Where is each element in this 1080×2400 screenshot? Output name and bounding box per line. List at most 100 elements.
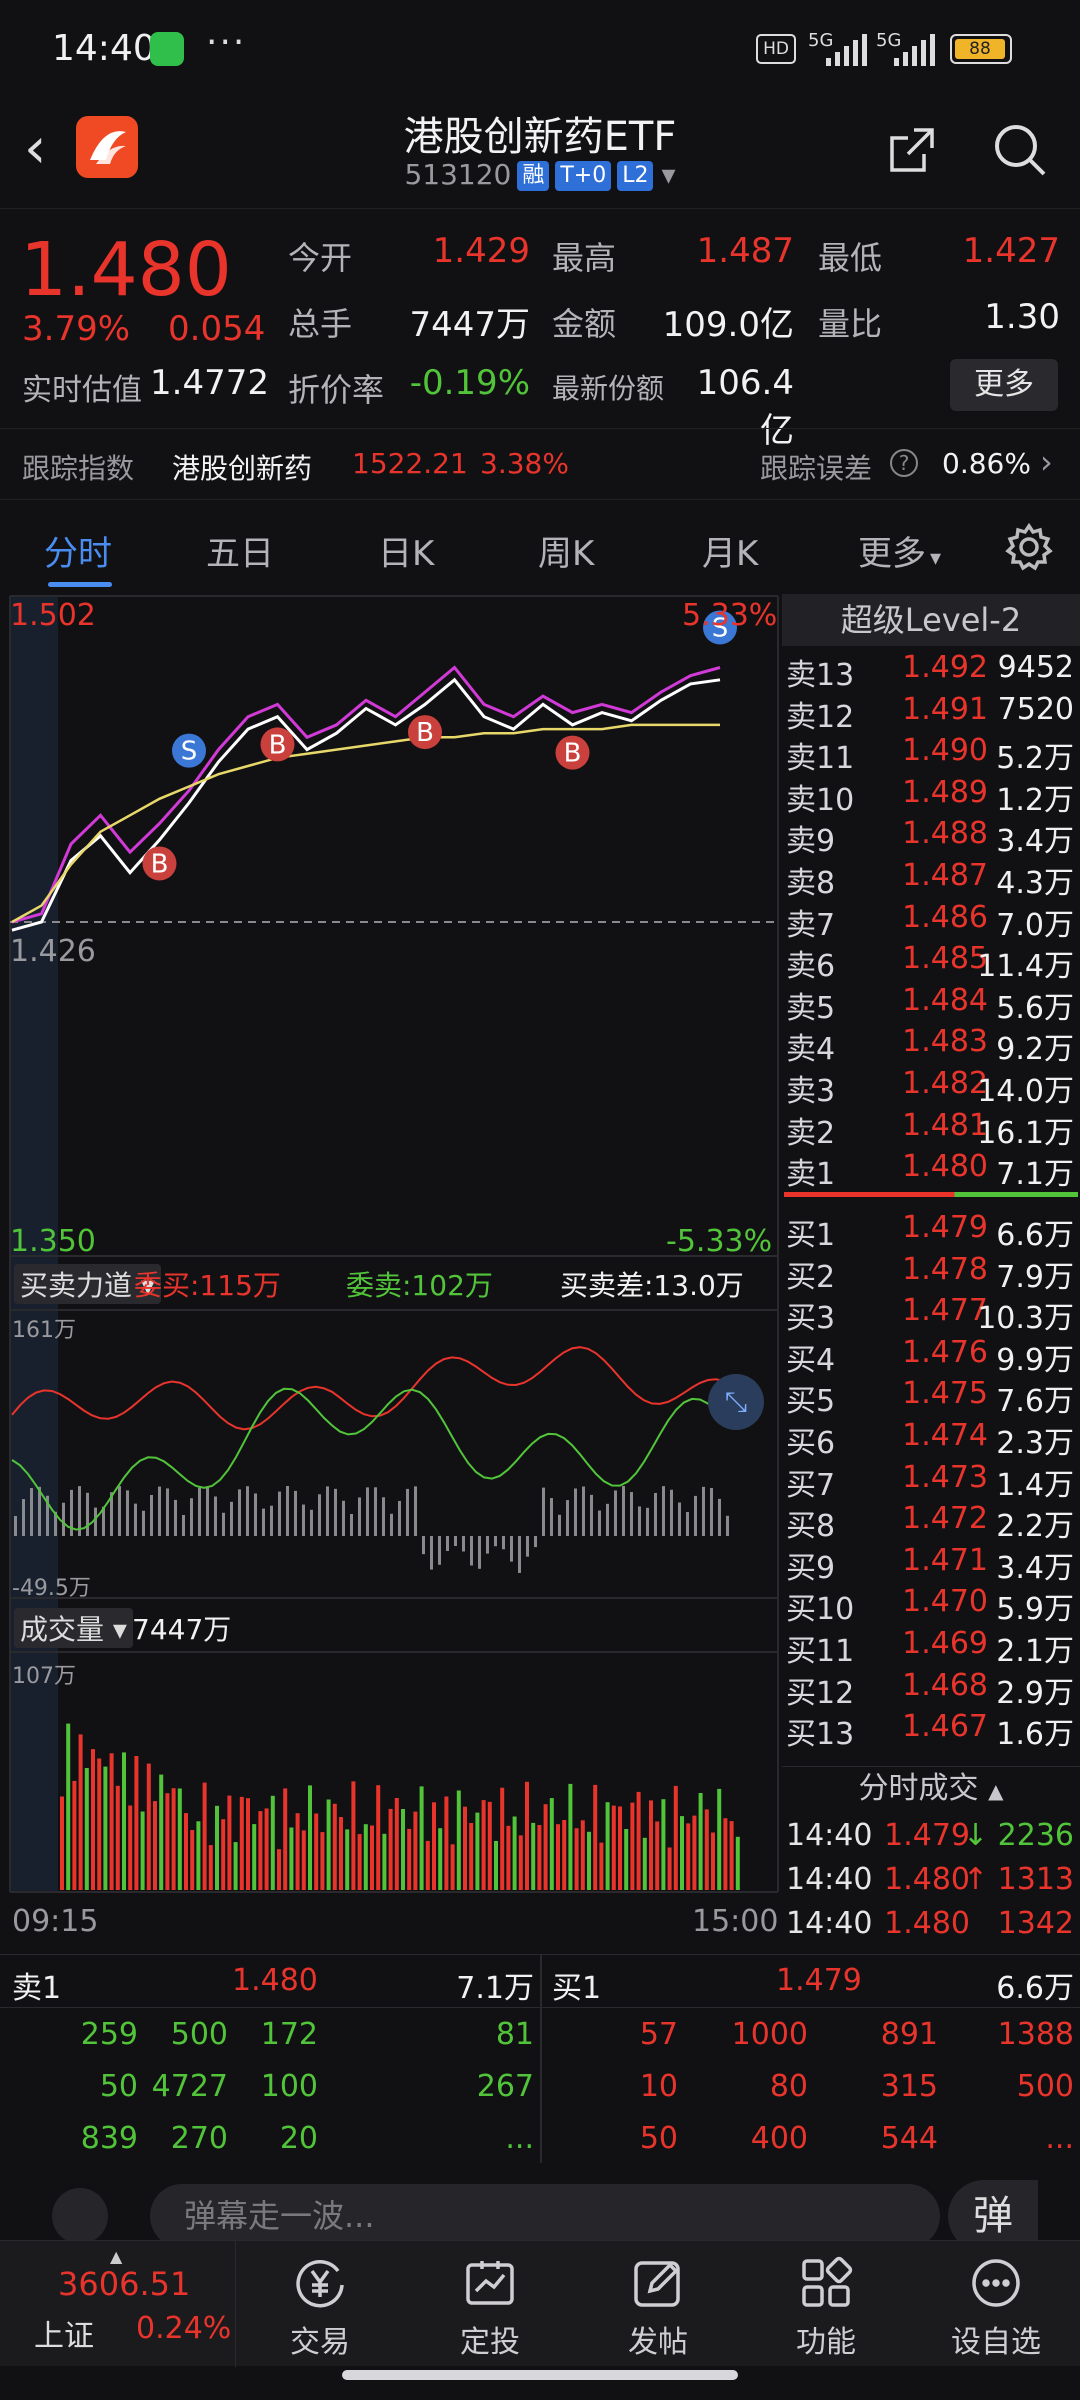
volume-bar (636, 1791, 641, 1890)
buy-marker[interactable]: B (408, 715, 442, 750)
tab-weekly-k[interactable]: 周K (538, 526, 594, 575)
tab-five-day[interactable]: 五日 (206, 526, 274, 575)
volume-bar (729, 1821, 734, 1890)
volume-bar (301, 1830, 306, 1890)
bid-row[interactable]: 买8 1.472 2.2万 (782, 1497, 1080, 1544)
index-ticker[interactable]: ▲ 3606.51 上证 0.24% (0, 2241, 236, 2367)
force-bar (238, 1489, 241, 1536)
bid-row[interactable]: 买3 1.477 10.3万 (782, 1289, 1080, 1336)
buy-marker[interactable]: B (260, 727, 295, 762)
tag-margin: 融 (517, 161, 550, 191)
bid-row[interactable]: 买11 1.469 2.1万 (782, 1622, 1080, 1669)
ask-row[interactable]: 卖1 1.480 7.1万 (782, 1145, 1080, 1192)
tab-monthly-k[interactable]: 月K (702, 526, 758, 575)
force-bar (686, 1511, 689, 1536)
queue-buy-vol: 6.6万 (996, 1971, 1074, 2006)
hd-icon: HD (756, 34, 796, 64)
volume-bar (686, 1823, 691, 1890)
bid-row[interactable]: 买12 1.468 2.9万 (782, 1664, 1080, 1711)
force-bar (550, 1498, 553, 1536)
volume-bar (605, 1802, 610, 1890)
force-bar (726, 1515, 729, 1536)
barrage-input[interactable]: 弹幕走一波... (150, 2184, 940, 2248)
ask-row[interactable]: 卖11 1.490 5.2万 (782, 729, 1080, 776)
nav-trade[interactable]: 交易 (260, 2251, 380, 2361)
volume-bar (320, 1832, 325, 1890)
bid-row[interactable]: 买13 1.467 1.6万 (782, 1705, 1080, 1752)
force-bar (422, 1536, 425, 1555)
bid-row[interactable]: 买9 1.471 3.4万 (782, 1539, 1080, 1586)
force-bar (366, 1487, 369, 1536)
intraday-chart[interactable]: BSBBBS 1.502 5.33% 1.426 1.350 -5.33% 买卖… (0, 594, 780, 1950)
volume-selector[interactable]: 成交量 ▾ (14, 1608, 133, 1648)
force-bar (142, 1510, 145, 1536)
high-value: 1.487 (696, 231, 794, 271)
ask-row[interactable]: 卖6 1.485 11.4万 (782, 937, 1080, 984)
buy-marker[interactable]: B (142, 846, 177, 881)
barrage-toggle-icon[interactable] (52, 2188, 108, 2244)
volume-bar (122, 1752, 126, 1890)
volume-bar (394, 1798, 399, 1890)
share-icon[interactable] (884, 122, 940, 178)
ask-row[interactable]: 卖3 1.482 14.0万 (782, 1062, 1080, 1109)
axis-high-pct: 5.33% (682, 598, 778, 633)
tracking-index-pct: 3.38% (480, 447, 569, 480)
force-bar (670, 1489, 673, 1536)
nav-add-watchlist[interactable]: 设自选 (936, 2251, 1056, 2361)
force-bar (382, 1497, 385, 1536)
nav-post[interactable]: 发帖 (598, 2251, 718, 2361)
bid-price: 1.469 (902, 1626, 988, 1661)
ask-row[interactable]: 卖5 1.484 5.6万 (782, 979, 1080, 1026)
level2-button[interactable]: 超级Level-2 (782, 594, 1080, 646)
settings-gear-icon[interactable] (1004, 522, 1054, 572)
tab-underline (48, 582, 112, 587)
volume-ratio-value: 1.30 (984, 297, 1060, 337)
caret-down-icon[interactable]: ▾ (661, 158, 675, 191)
ask-row[interactable]: 卖8 1.487 4.3万 (782, 854, 1080, 901)
ask-row[interactable]: 卖4 1.483 9.2万 (782, 1020, 1080, 1067)
sell-marker[interactable]: S (172, 733, 206, 768)
volume-bar (444, 1796, 449, 1890)
tab-daily-k[interactable]: 日K (378, 526, 434, 575)
force-bar (278, 1491, 281, 1536)
volume-bar (326, 1799, 331, 1890)
volume-selector-label: 成交量 (20, 1613, 105, 1646)
search-icon[interactable] (990, 120, 1050, 180)
ask-row[interactable]: 卖7 1.486 7.0万 (782, 896, 1080, 943)
more-button[interactable]: 更多 (950, 359, 1058, 411)
tab-more[interactable]: 更多 ▾ (858, 526, 941, 575)
volume-bar (78, 1734, 83, 1890)
volume-bar (339, 1817, 343, 1890)
trades-header[interactable]: 分时成交 ▲ (782, 1766, 1080, 1810)
queue-sell-cell: 839 (80, 2121, 138, 2156)
trade-direction: ↓ (962, 1818, 988, 1853)
home-indicator[interactable] (342, 2370, 738, 2380)
expand-arrows-icon[interactable]: ⤡ (708, 1374, 764, 1430)
ask-row[interactable]: 卖12 1.491 7520 (782, 688, 1080, 735)
nav-functions[interactable]: 功能 (766, 2251, 886, 2361)
force-bar (62, 1502, 65, 1536)
ask-row[interactable]: 卖13 1.492 9452 (782, 646, 1080, 693)
bid-row[interactable]: 买4 1.476 9.9万 (782, 1331, 1080, 1378)
ask-row[interactable]: 卖2 1.481 16.1万 (782, 1104, 1080, 1151)
buy-marker[interactable]: B (555, 735, 590, 770)
time-start: 09:15 (12, 1904, 99, 1939)
ask-row[interactable]: 卖10 1.489 1.2万 (782, 771, 1080, 818)
bid-row[interactable]: 买5 1.475 7.6万 (782, 1372, 1080, 1419)
discount-label: 折价率 (288, 371, 385, 409)
bid-row[interactable]: 买1 1.479 6.6万 (782, 1206, 1080, 1253)
bid-row[interactable]: 买10 1.470 5.9万 (782, 1580, 1080, 1627)
help-icon[interactable]: ? (890, 449, 918, 477)
force-bar (182, 1514, 185, 1536)
tracking-row[interactable]: 跟踪指数 港股创新药 1522.21 3.38% 跟踪误差 ? 0.86% › (0, 428, 1080, 500)
bid-row[interactable]: 买6 1.474 2.3万 (782, 1414, 1080, 1461)
more-dots-icon: ··· (206, 22, 247, 63)
nav-invest[interactable]: 定投 (430, 2251, 550, 2361)
bid-row[interactable]: 买2 1.478 7.9万 (782, 1248, 1080, 1295)
tab-intraday[interactable]: 分时 (44, 526, 112, 575)
ask-row[interactable]: 卖9 1.488 3.4万 (782, 812, 1080, 859)
volume-bar (72, 1780, 77, 1890)
signal-icon-2 (894, 34, 935, 66)
bid-row[interactable]: 买7 1.473 1.4万 (782, 1456, 1080, 1503)
trade-volume: 2236 (997, 1818, 1074, 1853)
